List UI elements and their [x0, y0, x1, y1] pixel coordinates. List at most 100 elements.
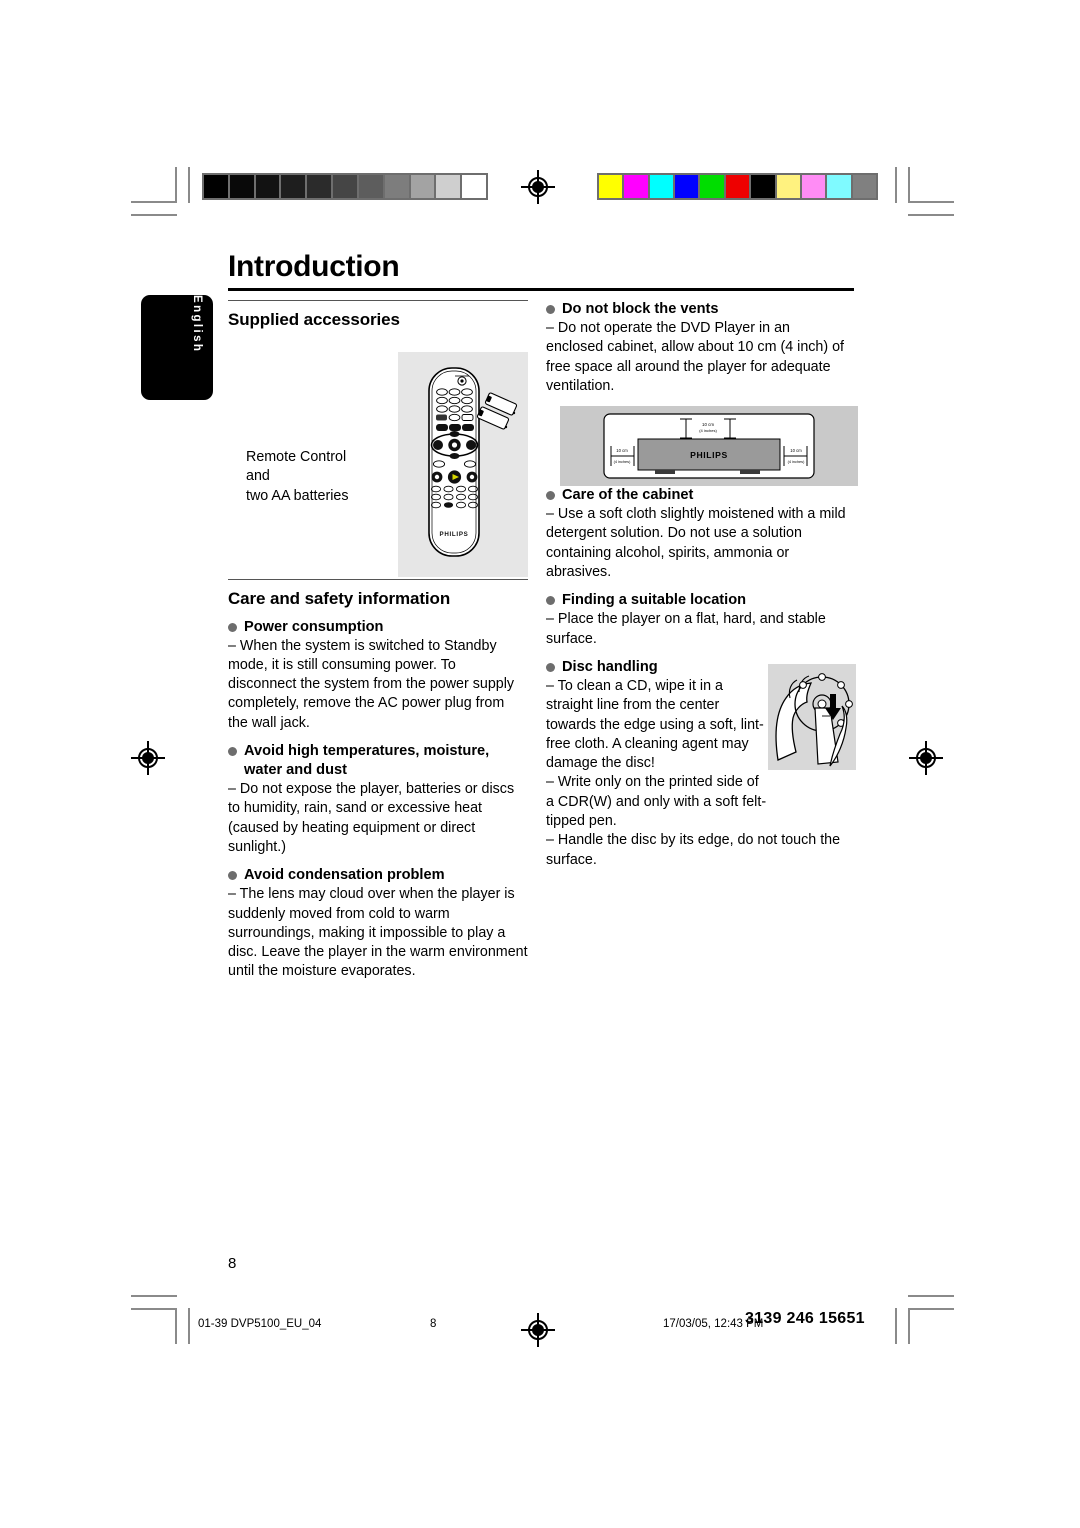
disc-cleaning-illustration	[775, 673, 853, 767]
footer-page-slug: 8	[430, 1318, 437, 1330]
color-swatch-5	[725, 175, 752, 198]
crop-mark-bottom-left-bleed-h	[131, 1295, 177, 1297]
color-swatch-4	[700, 175, 726, 198]
bullet-dot-icon	[546, 305, 555, 314]
caption-line-2: and	[246, 468, 270, 485]
crop-mark-top-right-h	[908, 201, 954, 203]
grayscale-swatch-2	[255, 175, 282, 198]
footer-code-slug: 3139 246 15651	[745, 1310, 865, 1327]
color-calibration-bar	[597, 173, 878, 200]
vent-clearance-top-line1: 10 cm	[702, 422, 714, 427]
grayscale-calibration-bar	[202, 173, 488, 200]
color-swatch-8	[801, 175, 828, 198]
registration-mark-top	[521, 170, 555, 204]
remote-control-figure: PHILIPS	[398, 352, 528, 577]
vent-diagram-brand: PHILIPS	[690, 450, 728, 460]
crop-mark-top-left-h	[131, 201, 177, 203]
color-swatch-2	[649, 175, 676, 198]
color-swatch-6	[751, 175, 777, 198]
vent-clearance-left-line2: (4 inches)	[614, 460, 631, 464]
color-swatch-7	[776, 175, 802, 198]
crop-mark-top-right-v	[908, 167, 910, 203]
body-finding-suitable-location: – Place the player on a flat, hard, and …	[546, 611, 826, 647]
color-swatch-0	[599, 175, 625, 198]
crop-mark-bottom-left-v	[175, 1308, 177, 1344]
color-swatch-3	[675, 175, 701, 198]
registration-mark-left	[131, 741, 165, 775]
bullet-dot-icon	[546, 662, 555, 672]
grayscale-swatch-8	[410, 175, 437, 198]
bullet-heading: Power consumption	[244, 618, 384, 635]
grayscale-swatch-6	[358, 175, 385, 198]
footer-file-slug: 01-39 DVP5100_EU_04	[198, 1318, 322, 1330]
body-disc-handling-2-head: – Write only on the printed side of a CD…	[546, 774, 767, 830]
bullet-finding-suitable-location: Finding a suitable location	[546, 591, 846, 610]
body-disc-handling-1: – To clean a CD, wipe it in a straight l…	[546, 677, 764, 772]
right-column: Do not block the vents – Do not operate …	[546, 300, 846, 870]
body-care-of-cabinet: – Use a soft cloth slightly moistened wi…	[546, 506, 846, 581]
crop-mark-top-right-bleed	[895, 167, 897, 203]
body-avoid-condensation: – The lens may cloud over when the playe…	[228, 886, 528, 980]
vent-clearance-top-line2: (4 inches)	[699, 428, 717, 433]
bullet-dot-icon	[228, 871, 237, 881]
bullet-do-not-block-vents: Do not block the vents	[546, 300, 846, 319]
bullet-power-consumption: Power consumption	[228, 618, 528, 637]
registration-mark-right	[909, 741, 943, 775]
bullet-dot-icon	[228, 622, 237, 632]
grayscale-swatch-3	[281, 175, 308, 198]
grayscale-swatch-10	[462, 175, 486, 198]
bullet-dot-icon	[546, 491, 555, 501]
color-swatch-9	[827, 175, 853, 198]
remote-brand-label: PHILIPS	[440, 531, 469, 538]
registration-mark-bottom	[521, 1313, 555, 1347]
language-tab-label: English	[191, 295, 203, 354]
ventilation-diagram: PHILIPS 10 cm (4 inches) 10 cm (4 inches…	[603, 413, 815, 479]
vent-clearance-left-line1: 10 cm	[616, 448, 628, 453]
bullet-avoid-high-temperatures: Avoid high temperatures, moisture, water…	[228, 742, 528, 780]
body-do-not-block-vents: – Do not operate the DVD Player in an en…	[546, 320, 845, 394]
color-swatch-1	[624, 175, 650, 198]
grayscale-swatch-7	[384, 175, 411, 198]
disc-handling-figure	[768, 664, 856, 770]
chapter-title-rule	[228, 288, 854, 291]
bullet-avoid-condensation: Avoid condensation problem	[228, 866, 528, 885]
accessories-caption: Remote Control and two AA batteries	[246, 448, 396, 506]
crop-mark-top-left-bleed	[188, 167, 190, 203]
bullet-heading: Care of the cabinet	[562, 487, 694, 504]
body-disc-handling-3: – Handle the disc by its edge, do not to…	[546, 832, 841, 868]
grayscale-swatch-1	[229, 175, 256, 198]
crop-mark-bottom-right-bleed	[895, 1308, 897, 1344]
bullet-dot-icon	[546, 596, 555, 606]
vent-clearance-right-line1: 10 cm	[790, 448, 802, 453]
chapter-title: Introduction	[228, 250, 400, 283]
crop-mark-top-right-bleed-h	[908, 214, 954, 216]
heading-care-and-safety: Care and safety information	[228, 579, 528, 608]
color-swatch-10	[852, 175, 876, 198]
crop-mark-bottom-right-h	[908, 1308, 954, 1310]
grayscale-swatch-9	[436, 175, 463, 198]
bullet-dot-icon	[228, 747, 237, 757]
crop-mark-bottom-left-bleed	[188, 1308, 190, 1344]
body-power-consumption: – When the system is switched to Standby…	[228, 637, 515, 731]
grayscale-swatch-0	[204, 175, 230, 198]
language-tab-english: English	[141, 295, 213, 400]
bullet-heading: Do not block the vents	[562, 301, 719, 317]
grayscale-swatch-4	[307, 175, 334, 198]
crop-mark-bottom-right-bleed-h	[908, 1295, 954, 1297]
crop-mark-top-left-v	[175, 167, 177, 203]
vent-clearance-right-line2: (4 inches)	[788, 460, 805, 464]
bullet-heading: Avoid condensation problem	[244, 867, 445, 884]
body-avoid-high-temperatures: – Do not expose the player, batteries or…	[228, 781, 515, 855]
remote-control-illustration: PHILIPS	[428, 367, 518, 557]
ventilation-clearance-figure: PHILIPS 10 cm (4 inches) 10 cm (4 inches…	[560, 406, 858, 486]
crop-mark-top-left-bleed-h	[131, 214, 177, 216]
caption-line-1: Remote Control	[246, 449, 347, 465]
bullet-heading: Finding a suitable location	[562, 592, 747, 609]
heading-supplied-accessories: Supplied accessories	[228, 300, 528, 329]
caption-line-3: two AA batteries	[246, 487, 349, 504]
manual-page: English Introduction Supplied accessorie…	[0, 0, 1080, 1528]
crop-mark-bottom-left-h	[131, 1308, 177, 1310]
page-folio: 8	[228, 1255, 237, 1272]
grayscale-swatch-5	[333, 175, 359, 198]
bullet-care-of-cabinet: Care of the cabinet	[546, 486, 846, 505]
